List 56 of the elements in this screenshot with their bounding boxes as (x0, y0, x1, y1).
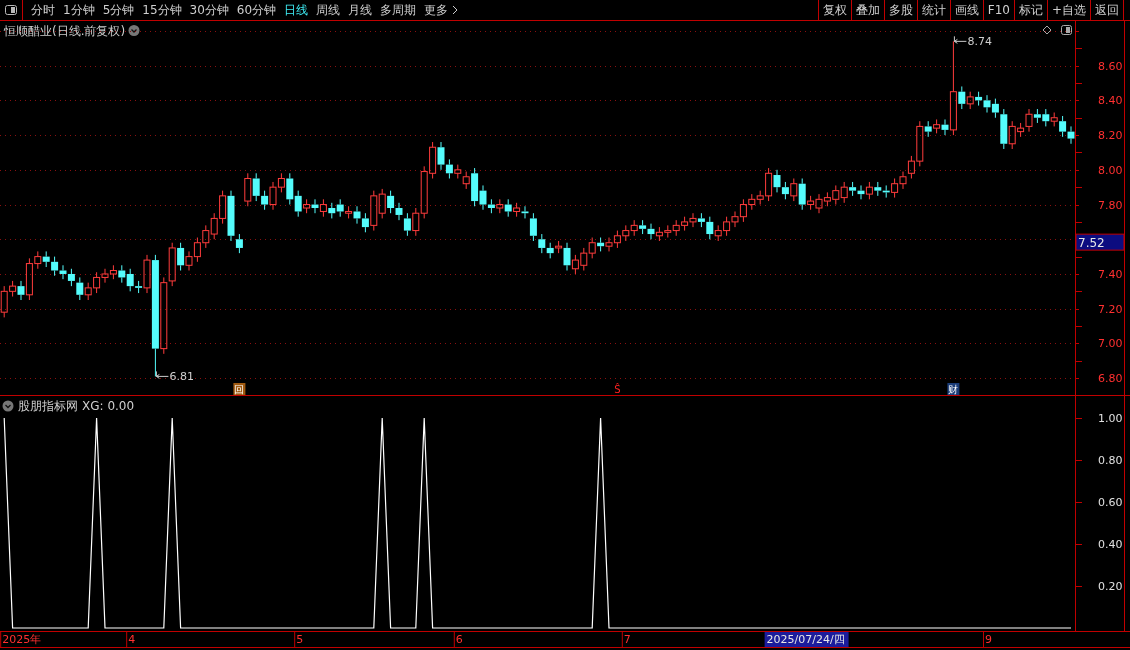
toolbar-button[interactable]: 画线 (949, 0, 983, 20)
dropdown-icon[interactable] (2, 400, 14, 412)
period-tab[interactable]: 多周期 (376, 1, 421, 19)
indicator-reading: XG: 0.00 (82, 399, 135, 413)
price-annotation: 8.74 (967, 35, 992, 49)
price-annotation: 6.81 (169, 370, 194, 384)
axis-label: 2025年 (2, 633, 42, 646)
indicator-title: 股朋指标网 (18, 399, 78, 413)
period-tab[interactable]: 15分钟 (138, 1, 186, 19)
period-tab[interactable]: 更多 (420, 1, 453, 19)
period-tab[interactable]: 月线 (344, 1, 377, 19)
axis-label: 7 (623, 633, 631, 646)
axis-label: 7.80 (1098, 198, 1123, 212)
diamond-icon[interactable] (1042, 25, 1052, 35)
leader-line (155, 370, 169, 379)
toolbar-button[interactable]: 叠加 (850, 0, 884, 20)
period-tab[interactable]: 30分钟 (185, 1, 233, 19)
axis-label: 4 (128, 633, 136, 646)
axis-label: 8.00 (1098, 163, 1123, 177)
period-tab[interactable]: 周线 (312, 1, 345, 19)
leader-line (953, 35, 967, 44)
period-tab[interactable]: 1分钟 (59, 1, 99, 19)
axis-label: 0.80 (1098, 454, 1123, 467)
date-cursor-label: 2025/07/24/四 (764, 632, 849, 647)
axis-label: 6.80 (1098, 372, 1123, 386)
panel-toggle-icon[interactable] (1061, 25, 1072, 35)
toolbar-button[interactable]: 返回 (1090, 0, 1124, 20)
axis-label: 7.40 (1098, 268, 1123, 281)
toolbar-button[interactable]: F10 (982, 0, 1014, 20)
toolbar-button[interactable]: +自选 (1046, 0, 1090, 20)
axis-label: 8.40 (1098, 94, 1123, 108)
toolbar-button[interactable]: 标记 (1013, 0, 1047, 20)
period-tab[interactable]: 日线 (280, 1, 313, 19)
event-marker[interactable]: Ŝ (614, 384, 621, 395)
axis-label: 6 (455, 633, 463, 646)
axis-label: 1.00 (1098, 412, 1123, 425)
axis-label: 8.60 (1098, 59, 1123, 73)
dropdown-icon[interactable] (128, 25, 140, 36)
toolbar-button[interactable]: 统计 (916, 0, 950, 20)
toolbar-button[interactable]: 复权 (817, 0, 851, 20)
axis-label: 9 (985, 633, 992, 646)
price-cursor-label: 7.52 (1075, 233, 1125, 251)
period-tab[interactable]: 5分钟 (98, 1, 139, 19)
axis-label: 7.00 (1098, 337, 1123, 351)
chevron-right-icon[interactable] (452, 5, 459, 15)
event-marker[interactable]: 回 (233, 383, 246, 395)
axis-label: 0.60 (1098, 496, 1123, 509)
axis-label: 0.20 (1098, 580, 1123, 593)
event-marker[interactable]: 财 (947, 383, 960, 395)
toolbar-button[interactable]: 多股 (883, 0, 917, 20)
axis-label: 8.20 (1098, 129, 1123, 143)
axis-label: 0.40 (1098, 538, 1123, 551)
period-tab[interactable]: 60分钟 (232, 1, 281, 19)
period-tab[interactable]: 分时 (27, 1, 59, 19)
axis-label: 5 (296, 633, 304, 646)
axis-label: 7.20 (1098, 302, 1123, 316)
